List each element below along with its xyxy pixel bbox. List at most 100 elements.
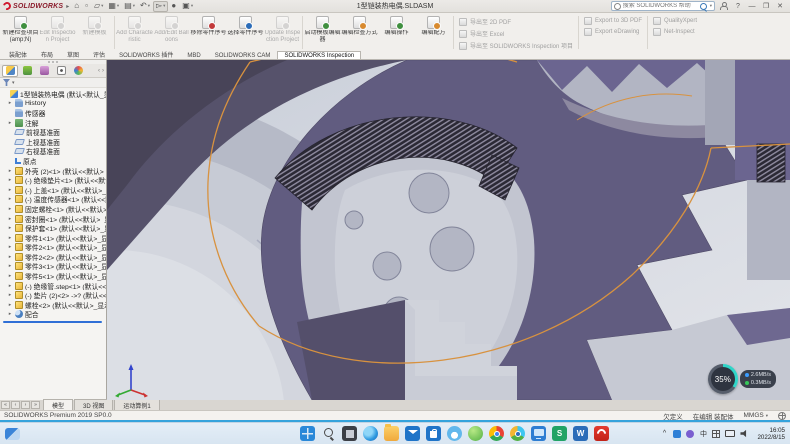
ime-mode-icon[interactable] <box>712 429 720 439</box>
file-explorer-icon[interactable] <box>384 426 399 441</box>
home-icon[interactable]: ⌂ <box>72 1 82 12</box>
featuremanager-tab[interactable] <box>2 65 18 77</box>
units-selector[interactable]: MMGS ▾ <box>744 412 769 419</box>
ribbon-tab[interactable]: MBD <box>180 51 207 59</box>
ribbon-button[interactable]: Edit Inspection Project <box>39 14 76 51</box>
taskbar-clock[interactable]: 16:05 2022/8/15 <box>757 427 785 441</box>
tree-item[interactable]: ▸ 密封圈<1> (默认<<默认>_显示状态 <box>0 214 106 224</box>
ribbon-button[interactable]: 新建检查项目 (amp;N) <box>2 14 39 51</box>
volume-icon[interactable] <box>740 429 748 439</box>
ribbon-button[interactable]: Add/Edit Balloons <box>153 14 190 51</box>
configurationmanager-tab[interactable] <box>36 65 52 77</box>
tree-filter[interactable]: ▾ <box>0 78 106 88</box>
displaymanager-tab[interactable] <box>70 65 86 77</box>
search-icon[interactable] <box>321 426 336 441</box>
expand-arrow-icon[interactable]: ▸ <box>7 273 13 279</box>
search-caret-icon[interactable]: ▾ <box>710 3 712 9</box>
expand-arrow-icon[interactable]: ▸ <box>7 100 13 106</box>
tray-expand-icon[interactable]: ^ <box>660 429 668 439</box>
tray-blue-app-icon[interactable] <box>673 429 681 439</box>
dimxpertmanager-tab[interactable] <box>53 65 69 77</box>
tree-item[interactable]: ▸ (-) 绝缘垫片<1> (默认<<默认>_显示 <box>0 175 106 185</box>
expand-arrow-icon[interactable]: ▸ <box>7 216 13 222</box>
tree-item[interactable]: 传感器 <box>0 108 106 118</box>
ribbon-tab[interactable]: 装配体 <box>2 48 34 59</box>
remote-desktop-icon[interactable] <box>531 426 546 441</box>
tree-item[interactable]: ▸ 保护套<1> (默认<<默认>_显示状态 <box>0 223 106 233</box>
widgets-icon[interactable] <box>5 428 20 440</box>
expand-arrow-icon[interactable]: ▸ <box>7 177 13 183</box>
tray-purple-app-icon[interactable] <box>686 429 694 439</box>
ribbon-button[interactable]: 选择零件序号 <box>227 14 264 51</box>
print-icon[interactable]: ▤▾ <box>122 1 137 12</box>
search-icon[interactable] <box>699 2 708 11</box>
taskview-icon[interactable] <box>342 426 357 441</box>
tab-scroll-button[interactable]: ‹ <box>11 401 20 409</box>
panel-tabs-scroll-right-icon[interactable]: › <box>102 68 104 74</box>
edge-icon[interactable] <box>363 426 378 441</box>
expand-arrow-icon[interactable]: ▸ <box>7 302 13 308</box>
ribbon-button[interactable]: 启动模板编辑器 <box>304 14 341 51</box>
rollback-bar[interactable] <box>3 321 102 323</box>
search-scope-icon[interactable] <box>614 3 621 10</box>
expand-arrow-icon[interactable]: ▸ <box>7 225 13 231</box>
panel-tabs-scroll-left-icon[interactable]: ‹ <box>98 68 100 74</box>
ribbon-menu-item[interactable]: 导出至 Excel <box>459 29 573 38</box>
tab-scroll-button[interactable]: › <box>21 401 30 409</box>
graphics-viewport[interactable]: 35% 2.6MB/s 0.3MB/s <box>107 60 790 400</box>
menu-expand-arrow-icon[interactable]: ▸ <box>66 3 69 10</box>
ribbon-button[interactable]: 移除零件序号 <box>190 14 227 51</box>
ribbon-button[interactable]: Update Inspection Project <box>264 14 301 51</box>
green-app-icon[interactable] <box>468 426 483 441</box>
open-icon[interactable]: ▱▾ <box>92 1 105 12</box>
ribbon-menu-item[interactable]: QualityXpert <box>653 17 697 25</box>
display-icon[interactable] <box>725 429 735 439</box>
solidworks-task-icon[interactable] <box>594 426 609 441</box>
tree-item[interactable]: ▸ 零件1<1> (默认<<默认>_显示状态 <box>0 233 106 243</box>
tree-item[interactable]: ▸ 零件2<1> (默认<<默认>_显示状态 <box>0 243 106 253</box>
ribbon-tab[interactable]: 评估 <box>86 48 112 59</box>
cloud-app-icon[interactable] <box>447 426 462 441</box>
tree-item[interactable]: ▸ 配合 <box>0 310 106 320</box>
tab-scroll-button[interactable]: « <box>1 401 10 409</box>
ime-language-indicator[interactable]: 中 <box>699 429 707 439</box>
ribbon-menu-item[interactable]: Net-Inspect <box>653 28 697 36</box>
restore-button[interactable]: ❐ <box>759 0 773 12</box>
ribbon-menu-item[interactable]: 导出至 SOLIDWORKS Inspection 项目 <box>459 41 573 50</box>
ribbon-menu-item[interactable]: Export to 3D PDF <box>584 17 642 25</box>
store-icon[interactable] <box>426 426 441 441</box>
browser-icon[interactable] <box>510 426 525 441</box>
tree-item[interactable]: 原点 <box>0 156 106 166</box>
document-tab[interactable]: 运动算例1 <box>114 399 159 410</box>
expand-arrow-icon[interactable]: ▸ <box>7 244 13 250</box>
tree-root-item[interactable]: 1型铠装热电偶 (默认<默认_显示状态-1> <box>0 89 106 99</box>
tree-item[interactable]: ▸ 注解 <box>0 118 106 128</box>
ribbon-tab[interactable]: SOLIDWORKS Inspection <box>277 51 361 59</box>
ribbon-tab[interactable]: 布局 <box>34 48 60 59</box>
tree-item[interactable]: ▸ (-) 垫片 (2)<2> ->? (默认<<默认>_ <box>0 290 106 300</box>
wps-icon[interactable]: W <box>573 426 588 441</box>
ribbon-menu-item[interactable]: 导出至 2D PDF <box>459 17 573 26</box>
ribbon-tab[interactable]: 草图 <box>60 48 86 59</box>
chrome-icon[interactable] <box>489 426 504 441</box>
tree-item[interactable]: 右视基准面 <box>0 147 106 157</box>
help-button[interactable]: ? <box>731 0 745 12</box>
expand-arrow-icon[interactable]: ▸ <box>7 168 13 174</box>
help-search-box[interactable]: ▾ <box>611 1 715 11</box>
filter-caret-icon[interactable]: ▾ <box>12 80 15 86</box>
expand-arrow-icon[interactable]: ▸ <box>7 263 13 269</box>
mail-icon[interactable] <box>405 426 420 441</box>
start-icon[interactable] <box>300 426 315 441</box>
tree-item[interactable]: ▸ 螺栓<2> (默认<<默认>_显示状态 <box>0 300 106 310</box>
undo-icon[interactable]: ↶▾ <box>138 1 152 12</box>
search-input[interactable] <box>623 3 697 9</box>
tree-item[interactable]: 前视基准面 <box>0 127 106 137</box>
ribbon-tab[interactable]: SOLIDWORKS CAM <box>208 51 278 59</box>
tree-item[interactable]: ▸ (-) 绝缘管.step<1> (默认<<默认>_ <box>0 281 106 291</box>
expand-arrow-icon[interactable]: ▸ <box>7 283 13 289</box>
ribbon-menu-item[interactable]: Export eDrawing <box>584 28 642 36</box>
select-icon[interactable]: ▻▾ <box>153 1 168 12</box>
expand-arrow-icon[interactable]: ▸ <box>7 196 13 202</box>
options-icon[interactable]: ▣▾ <box>180 1 195 12</box>
tree-item[interactable]: ▸ (-) 上盖<1> (默认<<默认>_显示状态 <box>0 185 106 195</box>
